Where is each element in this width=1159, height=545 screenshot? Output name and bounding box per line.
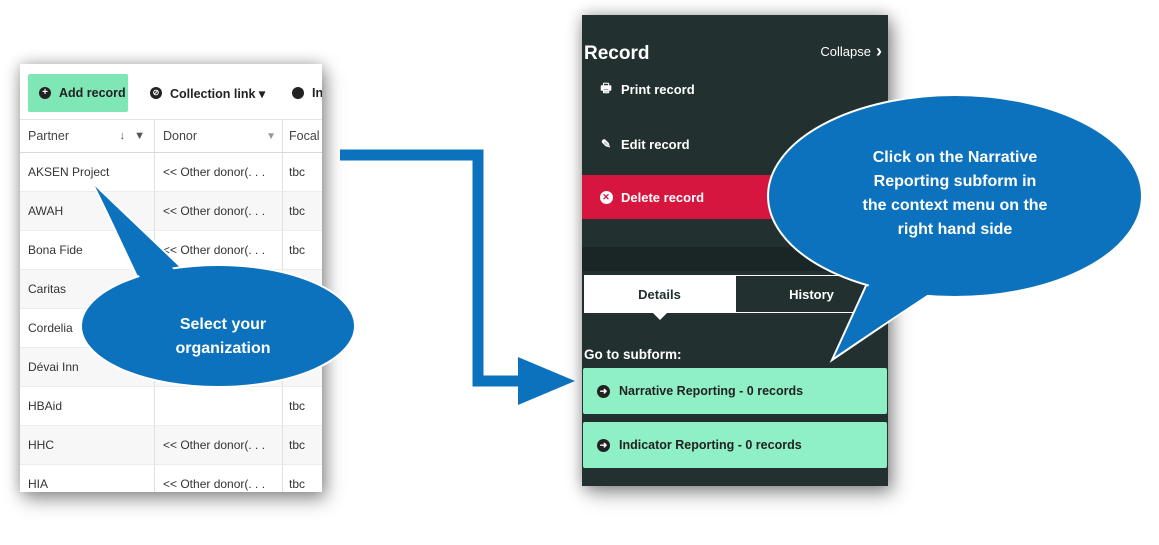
callout-line: Click on the Narrative [872, 149, 1038, 166]
callout-line: Select your [179, 316, 267, 333]
callout-click-narrative: Click on the Narrative Reporting subform… [816, 146, 1094, 242]
callout-line: Reporting subform in [873, 173, 1037, 190]
callout-line: organization [175, 340, 271, 357]
callout-line: right hand side [897, 221, 1013, 238]
callout-select-organization: Select your organization [128, 313, 318, 361]
annotation-overlay [80, 94, 1143, 405]
connector-arrow-line [340, 149, 518, 387]
callout-line: the context menu on the [862, 197, 1048, 214]
connector-arrowhead-icon [518, 357, 575, 405]
